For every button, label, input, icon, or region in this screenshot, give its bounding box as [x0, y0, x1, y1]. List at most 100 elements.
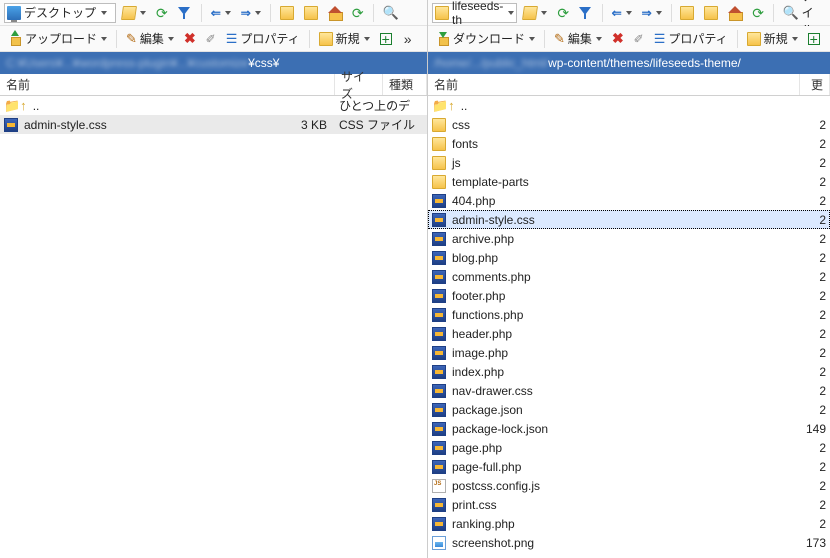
- file-row[interactable]: functions.php2: [428, 305, 830, 324]
- file-row[interactable]: template-parts2: [428, 172, 830, 191]
- back-button[interactable]: ⇐: [608, 4, 636, 22]
- overflow-button[interactable]: »: [398, 31, 418, 47]
- rename-button[interactable]: ✐: [202, 30, 220, 48]
- open-folder-button[interactable]: [118, 4, 150, 22]
- new-folder-icon: [747, 32, 761, 46]
- home-button[interactable]: [324, 4, 346, 22]
- root-dir-button[interactable]: [700, 4, 722, 22]
- file-row[interactable]: admin-style.css2: [428, 210, 830, 229]
- file-row[interactable]: footer.php2: [428, 286, 830, 305]
- separator: [602, 4, 603, 22]
- forward-button[interactable]: ⇒: [237, 4, 265, 22]
- file-name: js: [452, 156, 790, 170]
- plus-button[interactable]: +: [804, 31, 824, 47]
- file-row[interactable]: css2: [428, 115, 830, 134]
- file-row[interactable]: blog.php2: [428, 248, 830, 267]
- file-right: 2: [796, 118, 826, 132]
- rename-button[interactable]: ✐: [630, 30, 648, 48]
- delete-icon: ✖: [184, 30, 196, 47]
- delete-button[interactable]: ✖: [608, 28, 628, 49]
- file-row[interactable]: archive.php2: [428, 229, 830, 248]
- separator: [116, 30, 117, 48]
- file-size: 3 KB: [279, 118, 327, 132]
- refresh-icon: ⟳: [752, 6, 764, 20]
- chevron-down-icon: [225, 11, 231, 15]
- refresh-button-2[interactable]: ⟳: [748, 4, 768, 22]
- new-button[interactable]: 新規: [315, 28, 374, 49]
- remote-path-combo[interactable]: lifeseeds-th: [432, 3, 517, 23]
- file-row[interactable]: page-full.php2: [428, 457, 830, 476]
- col-type[interactable]: 種類: [383, 74, 427, 95]
- root-dir-button[interactable]: [300, 4, 322, 22]
- download-button[interactable]: ダウンロード: [432, 28, 539, 49]
- folder-open-icon: [121, 6, 137, 20]
- back-button[interactable]: ⇐: [207, 4, 235, 22]
- filter-button[interactable]: [174, 4, 196, 22]
- php-file-icon: [432, 346, 446, 360]
- file-row[interactable]: js2: [428, 153, 830, 172]
- remote-path-bar[interactable]: /home/.../public_html/wp-content/themes/…: [428, 52, 830, 74]
- file-right: 173: [796, 536, 826, 550]
- folder-root-icon: [704, 6, 718, 20]
- file-row[interactable]: package-lock.json149: [428, 419, 830, 438]
- chevron-down-icon: [101, 11, 107, 15]
- file-row[interactable]: header.php2: [428, 324, 830, 343]
- file-right: 2: [796, 327, 826, 341]
- remote-columns-header: 名前 更: [428, 74, 830, 96]
- file-row[interactable]: screenshot.png 173: [428, 533, 830, 552]
- upload-button[interactable]: アップロード: [4, 28, 111, 49]
- php-file-icon: [432, 460, 446, 474]
- file-row[interactable]: package.json2: [428, 400, 830, 419]
- local-file-list[interactable]: 📁↑ .. ひとつ上のデ admin-style.css3 KBCSS ファイル: [0, 96, 427, 558]
- file-row[interactable]: fonts2: [428, 134, 830, 153]
- local-toolbar-2: アップロード ✎編集 ✖ ✐ ☰プロパティ 新規 + »: [0, 26, 427, 52]
- refresh-button[interactable]: ⟳: [152, 4, 172, 22]
- forward-button[interactable]: ⇒: [638, 4, 666, 22]
- file-row[interactable]: postcss.config.js2: [428, 476, 830, 495]
- arrow-right-icon: ⇒: [241, 6, 251, 20]
- file-row[interactable]: comments.php2: [428, 267, 830, 286]
- col-size[interactable]: サイズ: [335, 74, 383, 95]
- refresh-button-2[interactable]: ⟳: [348, 4, 368, 22]
- up-dir-row[interactable]: 📁↑ .. ひとつ上のデ: [0, 96, 427, 115]
- filter-button[interactable]: [575, 4, 597, 22]
- file-row[interactable]: nav-drawer.css2: [428, 381, 830, 400]
- local-path-combo[interactable]: デスクトップ: [4, 3, 116, 23]
- php-file-icon: [432, 251, 446, 265]
- home-button[interactable]: [724, 4, 746, 22]
- col-last[interactable]: 更: [800, 74, 830, 95]
- properties-button[interactable]: ☰プロパティ: [650, 28, 732, 49]
- up-dir-label: ..: [461, 99, 790, 113]
- col-name[interactable]: 名前: [0, 74, 335, 95]
- file-name: screenshot.png: [452, 536, 790, 550]
- file-row[interactable]: page.php2: [428, 438, 830, 457]
- up-dir-icon: 📁↑: [432, 98, 455, 114]
- file-row[interactable]: image.php2: [428, 343, 830, 362]
- local-columns-header: 名前 サイズ 種類: [0, 74, 427, 96]
- refresh-button[interactable]: ⟳: [553, 4, 573, 22]
- chevron-down-icon: [364, 37, 370, 41]
- up-dir-row[interactable]: 📁↑ ..: [428, 96, 830, 115]
- find-button[interactable]: 🔍: [379, 3, 403, 23]
- col-name[interactable]: 名前: [428, 74, 800, 95]
- edit-button[interactable]: ✎編集: [550, 28, 606, 49]
- delete-button[interactable]: ✖: [180, 28, 200, 49]
- file-row[interactable]: ranking.php2: [428, 514, 830, 533]
- up-dir-button[interactable]: [676, 4, 698, 22]
- remote-file-list[interactable]: 📁↑ .. css2fonts2js2template-parts2404.ph…: [428, 96, 830, 558]
- file-row[interactable]: 404.php2: [428, 191, 830, 210]
- file-name: package-lock.json: [452, 422, 790, 436]
- remote-toolbar-2: ダウンロード ✎編集 ✖ ✐ ☰プロパティ 新規 +: [428, 26, 830, 52]
- properties-button[interactable]: ☰プロパティ: [222, 28, 304, 49]
- file-row[interactable]: admin-style.css3 KBCSS ファイル: [0, 115, 427, 134]
- folder-icon: [432, 175, 446, 189]
- edit-button[interactable]: ✎編集: [122, 28, 178, 49]
- folder-icon: [435, 6, 449, 20]
- up-dir-button[interactable]: [276, 4, 298, 22]
- file-name: template-parts: [452, 175, 790, 189]
- file-row[interactable]: index.php2: [428, 362, 830, 381]
- file-row[interactable]: print.css2: [428, 495, 830, 514]
- new-button[interactable]: 新規: [743, 28, 802, 49]
- open-folder-button[interactable]: [519, 4, 551, 22]
- plus-button[interactable]: +: [376, 31, 396, 47]
